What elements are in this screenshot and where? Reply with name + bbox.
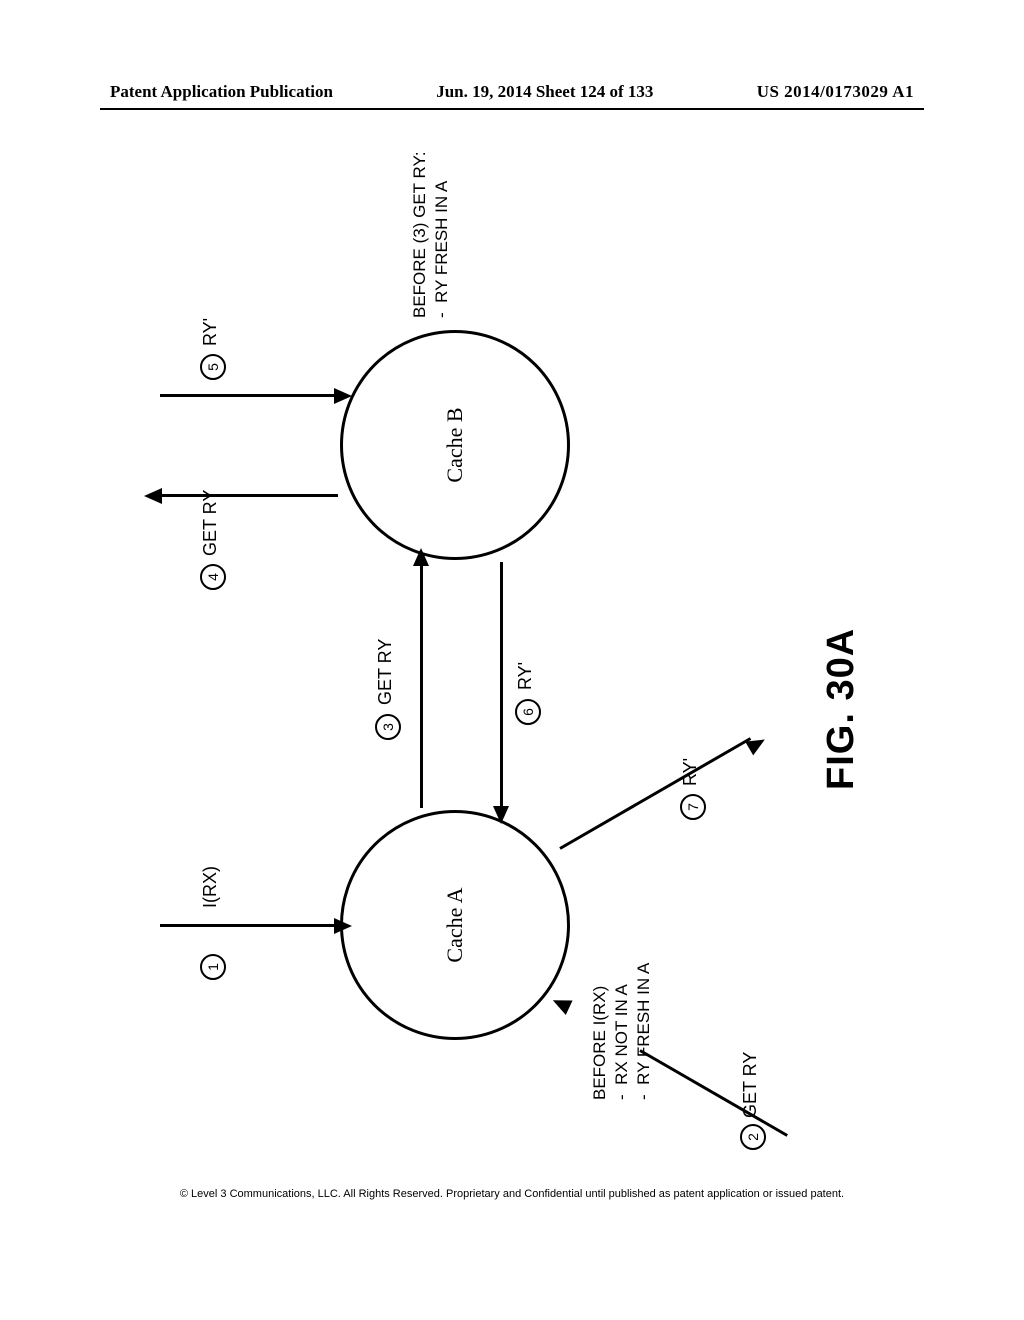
arrowhead-1 — [334, 918, 352, 934]
annot-b-l1: - RY FRESH IN A — [432, 181, 452, 318]
arrow-5 — [160, 394, 338, 397]
arrow-1 — [160, 924, 338, 927]
annot-a-l2: - RY FRESH IN A — [634, 963, 654, 1100]
cache-a-node: Cache A — [340, 810, 570, 1040]
header-right: US 2014/0173029 A1 — [757, 82, 914, 102]
step-badge-6: 6 — [515, 699, 541, 725]
step-4-label: GET RY — [200, 490, 221, 556]
header-middle: Jun. 19, 2014 Sheet 124 of 133 — [436, 82, 653, 102]
arrow-3 — [420, 562, 423, 808]
step-badge-4: 4 — [200, 564, 226, 590]
step-badge-2: 2 — [740, 1124, 766, 1150]
step-1-label: I(RX) — [200, 866, 221, 908]
step-2-label: GET RY — [740, 1052, 761, 1118]
arrowhead-6 — [493, 806, 509, 824]
arrowhead-2 — [549, 993, 572, 1015]
step-7-label: RY' — [680, 758, 701, 786]
figure-area: Cache A Cache B BEFORE I(RX) - RX NOT IN… — [100, 160, 924, 1180]
figure-title: FIG. 30A — [820, 628, 863, 790]
arrow-7 — [559, 737, 751, 850]
arrowhead-4 — [144, 488, 162, 504]
arrow-6 — [500, 562, 503, 808]
diagram-rotated: Cache A Cache B BEFORE I(RX) - RX NOT IN… — [100, 160, 924, 1180]
cache-b-node: Cache B — [340, 330, 570, 560]
header-rule — [100, 108, 924, 110]
arrow-2 — [639, 1049, 788, 1137]
arrow-4 — [160, 494, 338, 497]
step-badge-7: 7 — [680, 794, 706, 820]
step-badge-3: 3 — [375, 714, 401, 740]
arrowhead-7 — [745, 733, 769, 756]
step-badge-5: 5 — [200, 354, 226, 380]
annot-b-title: BEFORE (3) GET RY: — [410, 151, 430, 318]
step-badge-1: 1 — [200, 954, 226, 980]
annot-a-l1: - RX NOT IN A — [612, 984, 632, 1100]
annot-a-title: BEFORE I(RX) — [590, 986, 610, 1100]
step-6-label: RY' — [515, 662, 536, 690]
cache-b-label: Cache B — [442, 407, 468, 482]
header-left: Patent Application Publication — [110, 82, 333, 102]
arrowhead-3 — [413, 548, 429, 566]
arrowhead-5 — [334, 388, 352, 404]
step-5-label: RY' — [200, 318, 221, 346]
page-header: Patent Application Publication Jun. 19, … — [0, 82, 1024, 102]
cache-a-label: Cache A — [442, 887, 468, 962]
page-footer: © Level 3 Communications, LLC. All Right… — [0, 1188, 1024, 1200]
step-3-label: GET RY — [375, 639, 396, 705]
